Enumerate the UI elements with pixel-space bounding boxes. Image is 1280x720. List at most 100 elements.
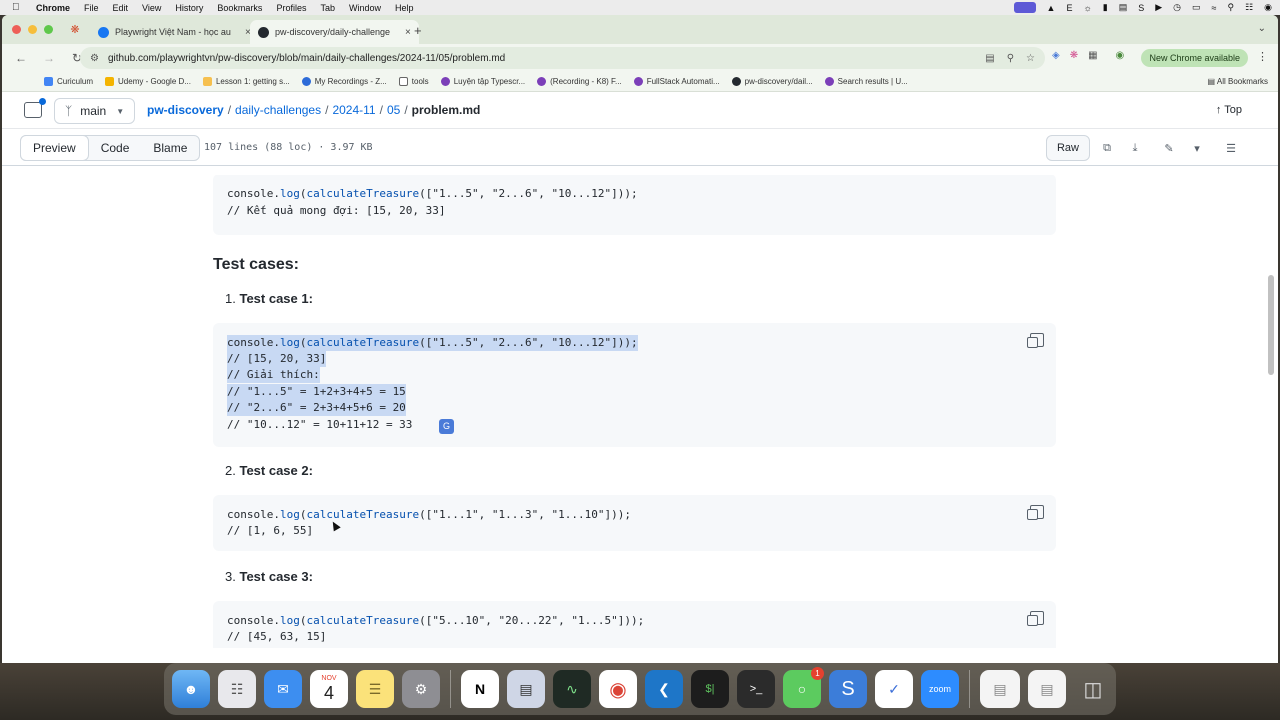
iterm-icon[interactable]: $| <box>691 670 729 708</box>
all-bookmarks[interactable]: ▤ All Bookmarks <box>1208 77 1268 86</box>
recent-window-thumbnail[interactable]: ▤ <box>980 670 1020 708</box>
preview-icon[interactable]: ▤ <box>507 670 545 708</box>
messages-icon[interactable]: ○ 1 <box>783 667 824 708</box>
notion-icon[interactable]: N <box>461 670 499 708</box>
menu-app-name[interactable]: Chrome <box>36 3 70 13</box>
new-chrome-button[interactable]: New Chrome available <box>1141 49 1248 67</box>
finder-icon[interactable]: ☻ <box>172 670 210 708</box>
zoom-icon[interactable]: zoom <box>921 670 959 708</box>
bookmark-star-icon[interactable]: ☆ <box>1026 53 1035 64</box>
translate-popup-icon[interactable]: G <box>439 419 454 434</box>
tick-app-icon[interactable]: ✓ <box>875 670 913 708</box>
mail-icon[interactable]: ✉ <box>264 670 302 708</box>
menu-tab[interactable]: Tab <box>320 3 335 13</box>
page-scrollbar[interactable] <box>1268 275 1274 375</box>
pinned-tab-icon[interactable]: ❋ <box>68 23 82 37</box>
copy-code-icon[interactable] <box>1027 611 1044 626</box>
play-icon[interactable]: ▶ <box>1155 2 1162 13</box>
bookmark-item[interactable]: Udemy - Google D... <box>105 77 191 86</box>
download-icon[interactable]: ⤓ <box>1124 135 1146 161</box>
clipboard-icon[interactable]: ▤ <box>1119 2 1128 13</box>
puzzle-icon[interactable]: ▦ <box>1088 50 1097 61</box>
menu-history[interactable]: History <box>175 3 203 13</box>
extension-icon[interactable]: ❋ <box>1070 50 1078 61</box>
vscode-icon[interactable]: ❮ <box>645 670 683 708</box>
forward-icon[interactable]: → <box>40 51 58 65</box>
bookmark-folder[interactable]: tools <box>398 77 429 86</box>
tab-preview[interactable]: Preview <box>20 135 89 161</box>
bookmark-item[interactable]: FullStack Automati... <box>633 77 720 86</box>
notes-icon[interactable]: ☰ <box>356 670 394 708</box>
install-icon[interactable]: ▤ <box>985 53 994 64</box>
breadcrumb-folder[interactable]: daily-challenges <box>235 103 321 117</box>
menu-bookmarks[interactable]: Bookmarks <box>217 3 262 13</box>
bookmark-item[interactable]: (Recording - K8) F... <box>537 77 622 86</box>
address-bar[interactable]: ⚙ github.com/playwrightvn/pw-discovery/b… <box>80 47 1045 69</box>
menu-profiles[interactable]: Profiles <box>276 3 306 13</box>
raw-button[interactable]: Raw <box>1045 135 1090 161</box>
new-tab-button[interactable]: + <box>414 23 422 38</box>
chrome-icon[interactable]: ◉ <box>599 670 637 708</box>
screen-share-icon[interactable] <box>1013 2 1036 13</box>
control-center-icon[interactable]: ☷ <box>1245 2 1253 13</box>
tab-code[interactable]: Code <box>89 136 142 160</box>
copy-code-icon[interactable] <box>1027 505 1044 520</box>
tab-github[interactable]: pw-discovery/daily-challenge × <box>250 20 419 44</box>
fullscreen-window-button[interactable] <box>44 25 53 34</box>
bookmark-item[interactable]: My Recordings - Z... <box>301 77 387 86</box>
back-icon[interactable]: ← <box>12 51 30 65</box>
shield-icon[interactable]: ▲ <box>1047 3 1056 13</box>
outline-list-icon[interactable]: ☰ <box>1220 135 1242 161</box>
sidebar-toggle-icon[interactable] <box>24 98 46 118</box>
translate-extension-icon[interactable]: ◈ <box>1052 50 1060 61</box>
battery-icon[interactable]: ▮ <box>1103 2 1108 13</box>
menu-window[interactable]: Window <box>349 3 381 13</box>
menu-file[interactable]: File <box>84 3 99 13</box>
battery-level-icon[interactable]: ▭ <box>1192 2 1201 13</box>
close-tab-icon[interactable]: × <box>405 27 411 38</box>
copy-icon[interactable]: ⧉ <box>1096 135 1118 161</box>
clock-icon[interactable]: ◷ <box>1173 2 1181 13</box>
breadcrumb-folder[interactable]: 05 <box>387 103 400 117</box>
chevron-down-icon[interactable]: ▾ <box>1186 135 1208 161</box>
s-app-icon[interactable]: S <box>829 670 867 708</box>
siri-icon[interactable]: ◉ <box>1264 2 1272 13</box>
apple-icon[interactable]:  <box>12 2 26 13</box>
tab-blame[interactable]: Blame <box>141 136 199 160</box>
system-settings-icon[interactable]: ⚙ <box>402 670 440 708</box>
menu-view[interactable]: View <box>142 3 161 13</box>
spotlight-icon[interactable]: ⚲ <box>1227 2 1234 13</box>
edit-pencil-icon[interactable]: ✎ <box>1158 135 1180 161</box>
wifi-icon[interactable]: ≈ <box>1212 3 1217 13</box>
activity-monitor-icon[interactable]: ∿ <box>553 670 591 708</box>
menu-edit[interactable]: Edit <box>113 3 129 13</box>
bookmark-item[interactable]: pw-discovery/dail... <box>731 77 813 86</box>
breadcrumb-repo[interactable]: pw-discovery <box>147 103 224 117</box>
status-letter[interactable]: E <box>1066 3 1072 13</box>
zoom-icon[interactable]: ⚲ <box>1007 53 1014 64</box>
bookmark-item[interactable]: Lesson 1: getting s... <box>202 77 290 86</box>
more-menu-icon[interactable]: ⋮ <box>1257 50 1268 63</box>
tab-search-icon[interactable]: ⌄ <box>1258 23 1266 34</box>
profile-icon[interactable]: ◉ <box>1116 50 1125 61</box>
copy-code-icon[interactable] <box>1027 333 1044 348</box>
branch-selector[interactable]: ᛉ main ▼ <box>54 98 136 124</box>
calendar-icon[interactable]: NOV 4 <box>310 670 348 708</box>
tab-playwright[interactable]: Playwright Việt Nam - học au × <box>90 20 259 44</box>
minimize-window-button[interactable] <box>28 25 37 34</box>
top-button[interactable]: ↑ Top <box>1216 104 1242 116</box>
address-url[interactable]: github.com/playwrightvn/pw-discovery/blo… <box>108 53 505 64</box>
trash-icon[interactable]: ◫ <box>1074 670 1112 708</box>
brightness-icon[interactable]: ☼ <box>1083 3 1091 13</box>
terminal-icon[interactable]: >_ <box>737 670 775 708</box>
bookmark-item[interactable]: Luyện tập Typescr... <box>440 77 525 86</box>
breadcrumb-folder[interactable]: 2024-11 <box>332 103 375 117</box>
launchpad-icon[interactable]: ☷ <box>218 670 256 708</box>
site-info-icon[interactable]: ⚙ <box>90 53 99 64</box>
recent-window-thumbnail[interactable]: ▤ <box>1028 670 1066 708</box>
bookmark-item[interactable]: Search results | U... <box>824 77 908 86</box>
bookmark-item[interactable]: Curiculum <box>44 77 93 86</box>
menu-help[interactable]: Help <box>395 3 414 13</box>
sync-icon[interactable]: S <box>1138 3 1144 13</box>
close-window-button[interactable] <box>12 25 21 34</box>
